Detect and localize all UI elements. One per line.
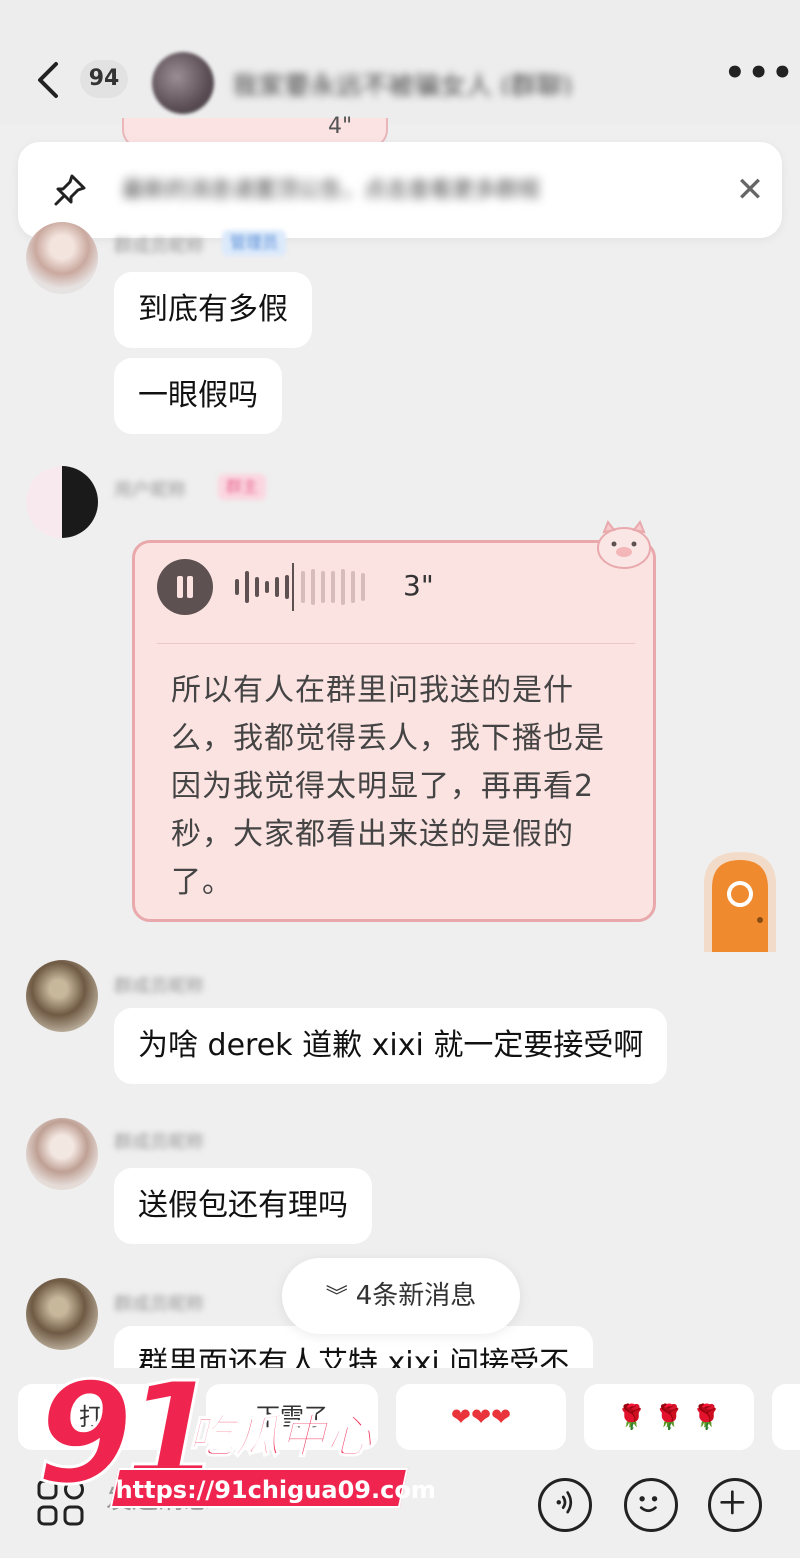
divider [157,643,635,644]
avatar[interactable] [26,1118,98,1190]
sender-name: 用户昵称 [114,480,186,501]
sender-name: 群成员昵称 [114,976,204,997]
unread-count-badge[interactable]: 94 [80,60,128,98]
door-widget-icon[interactable] [698,848,782,956]
message-input[interactable]: 发送消息 [100,1470,512,1530]
message-bubble[interactable]: 一眼假吗 [114,358,282,434]
pig-sticker-icon [597,519,651,569]
avatar[interactable] [26,466,98,538]
pause-icon[interactable] [157,559,213,615]
back-arrow-icon[interactable] [28,58,68,102]
quick-reply-chip[interactable]: 打卡 [18,1384,188,1450]
chat-title[interactable]: 我家要永远不被骗女人 (群聊) [232,66,642,96]
sender-name: 群成员昵称 [114,1132,204,1153]
emoji-icon[interactable] [624,1478,678,1532]
input-bar: 发送消息 [0,1462,800,1558]
avatar[interactable] [26,1278,98,1350]
voice-transcript: 所以有人在群里问我送的是什么，我都觉得丢人，我下播也是因为我觉得太明显了，再再看… [171,673,605,900]
pinned-message-bar[interactable]: 最新的消息请置顶公告，点击查看更多群规 ✕ [18,142,782,238]
chevron-down-icon: ︾ [325,1285,348,1310]
quick-reply-chip-partial[interactable] [772,1384,800,1450]
avatar[interactable] [26,222,98,294]
quick-reply-chip[interactable]: ❤❤❤ [396,1384,566,1450]
pin-icon [54,174,86,206]
sender-name: 群成员昵称 [114,236,204,257]
voice-duration: 3" [403,569,434,602]
role-badge-admin: 管理员 [222,230,287,256]
message-bubble[interactable]: 送假包还有理吗 [114,1168,372,1244]
close-icon[interactable]: ✕ [730,170,770,210]
quick-reply-chip[interactable]: 下雪了 [206,1384,378,1450]
avatar[interactable] [26,960,98,1032]
more-options-icon[interactable]: ••• [724,56,793,92]
add-icon[interactable] [708,1478,762,1532]
quick-reply-row: 打卡 下雪了 ❤❤❤ 🌹 🌹 🌹 [0,1384,800,1450]
quick-reply-chip[interactable]: 🌹 🌹 🌹 [584,1384,754,1450]
message-bubble[interactable]: 到底有多假 [114,272,312,348]
apps-grid-icon[interactable] [36,1478,86,1528]
new-messages-button[interactable]: ︾ 4条新消息 [282,1258,520,1334]
pinned-message-text: 最新的消息请置顶公告，点击查看更多群规 [122,178,541,203]
chat-header: 94 我家要永远不被骗女人 (群聊) ••• [0,0,800,125]
voice-message-card[interactable]: 3" 所以有人在群里问我送的是什么，我都觉得丢人，我下播也是因为我觉得太明显了，… [132,540,656,922]
sender-name: 群成员昵称 [114,1294,204,1315]
role-badge-owner: 群主 [218,474,267,500]
group-avatar[interactable] [152,52,214,114]
message-bubble[interactable]: 为啥 derek 道歉 xixi 就一定要接受啊 [114,1008,668,1084]
previous-voice-duration: 4" [328,114,353,139]
voice-input-icon[interactable] [538,1478,592,1532]
waveform-icon [235,563,365,611]
new-messages-label: 4条新消息 [355,1281,477,1311]
